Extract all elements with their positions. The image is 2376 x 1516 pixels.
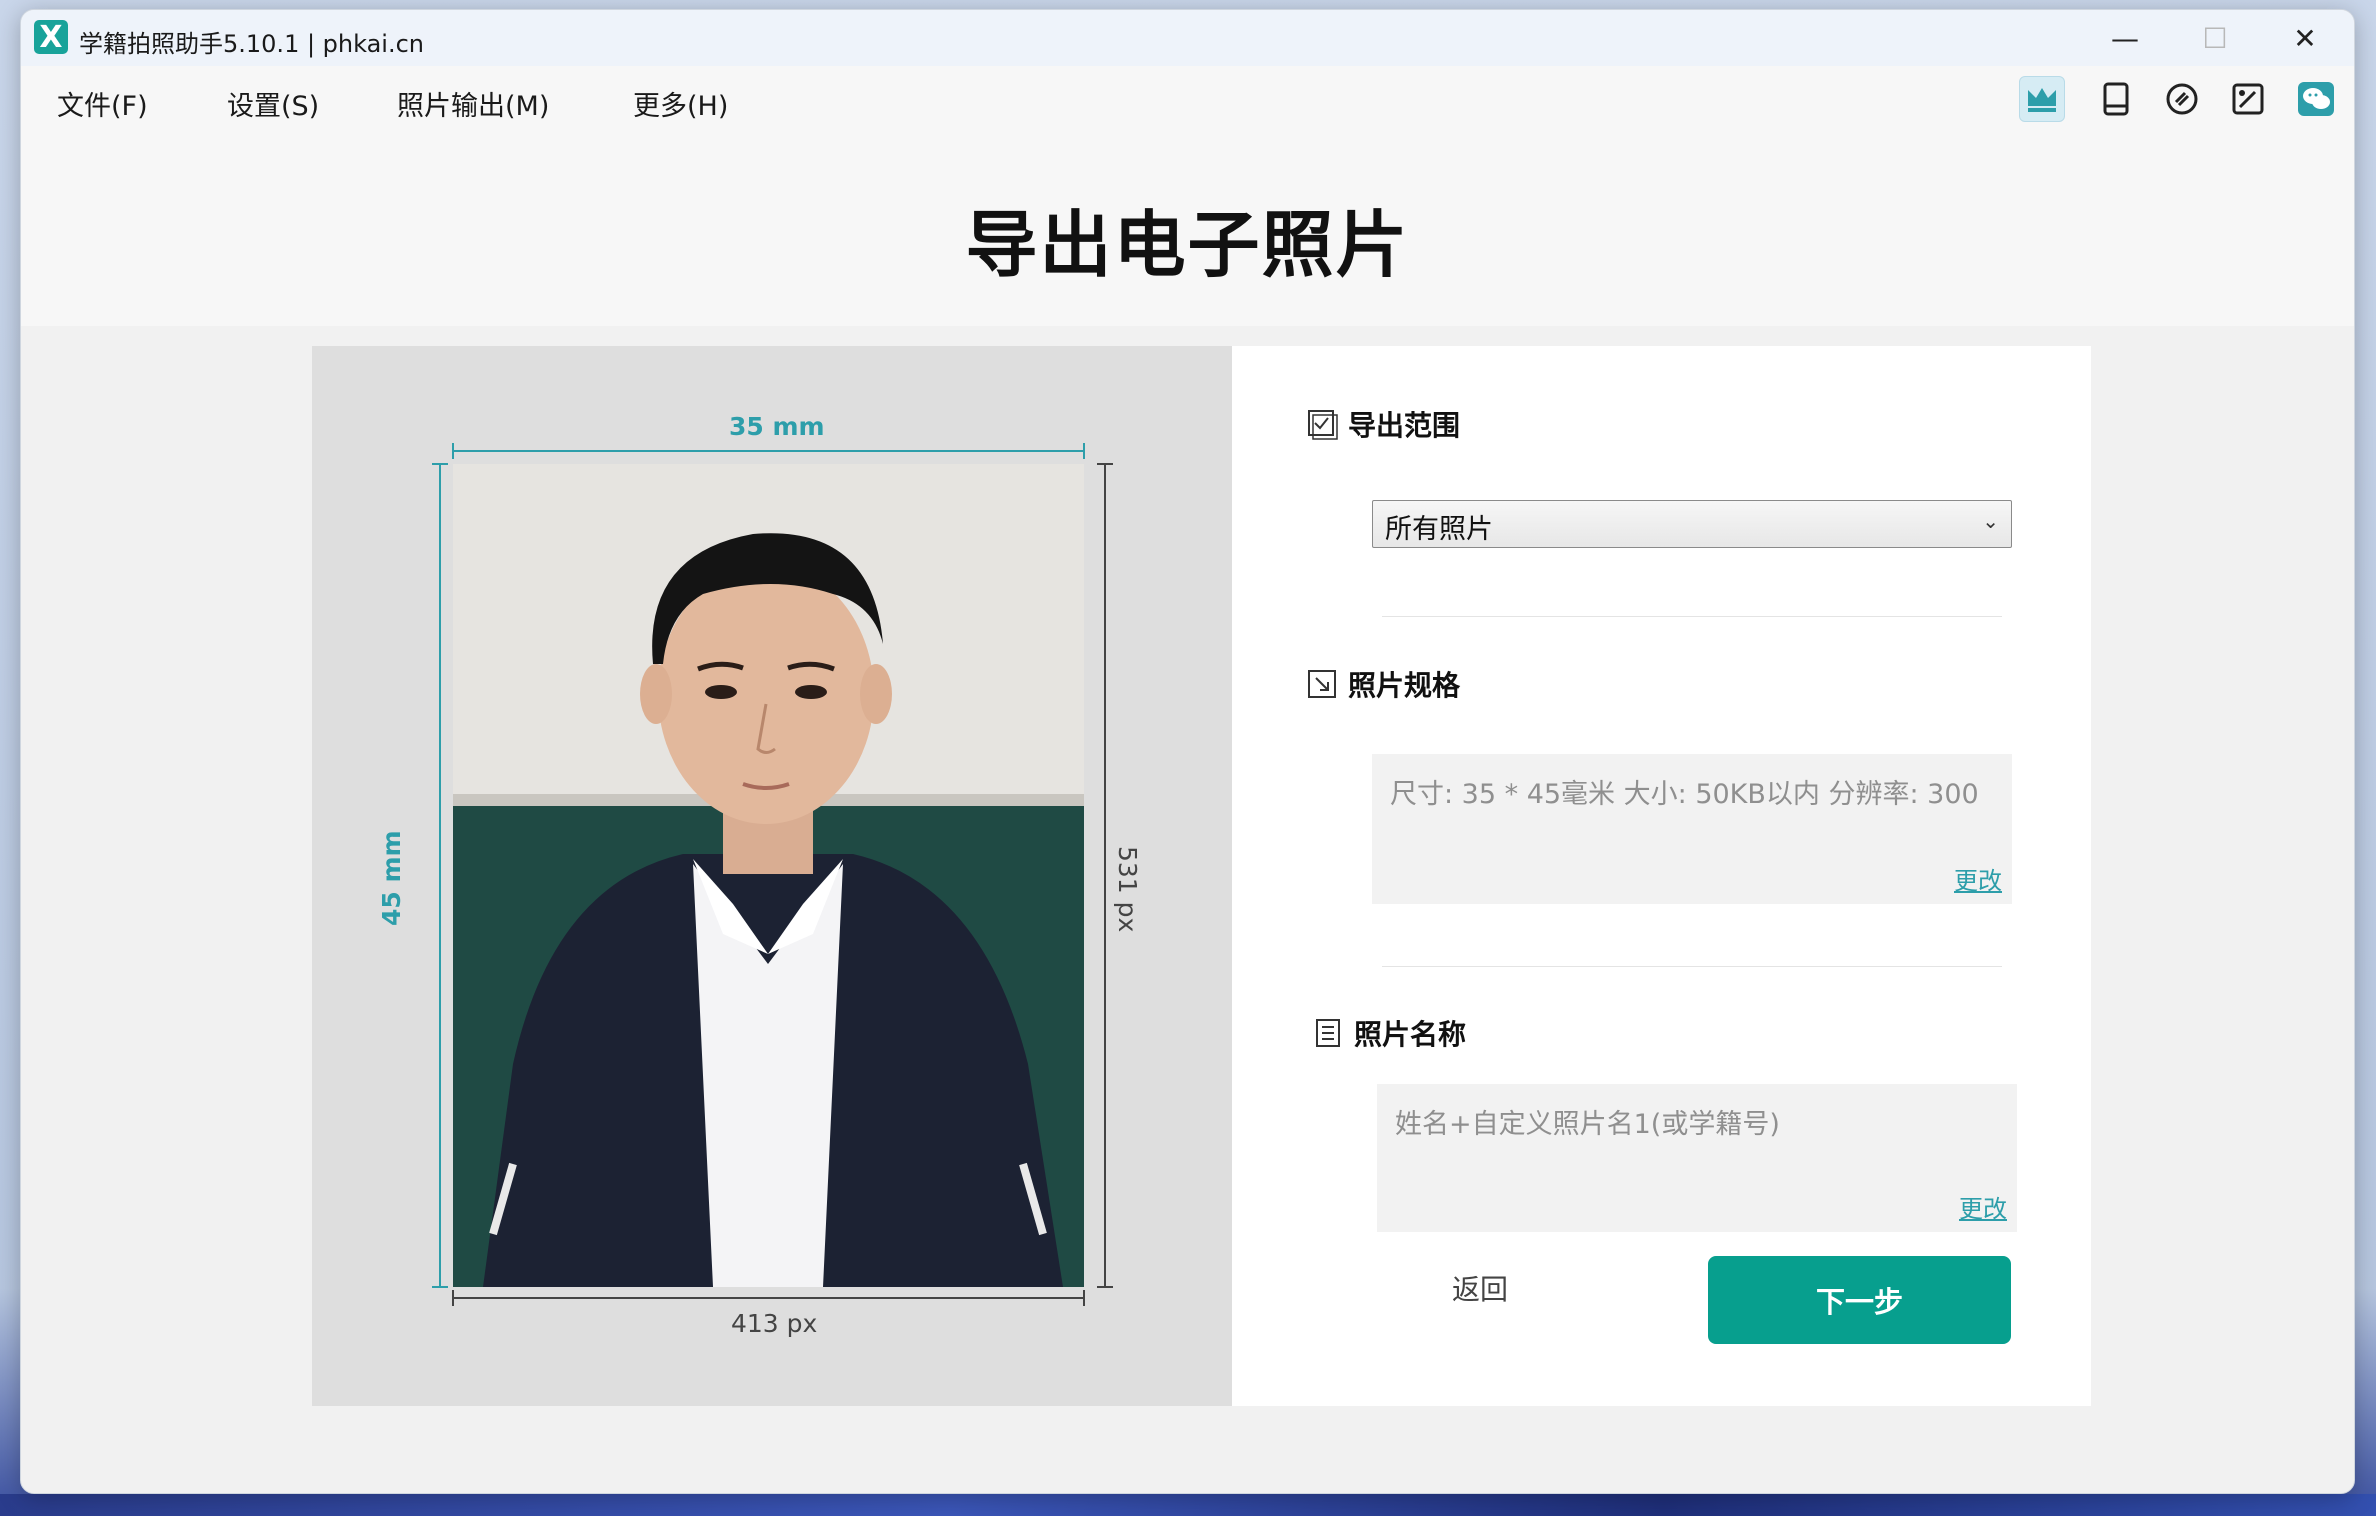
header-area: 导出电子照片 bbox=[21, 126, 2354, 326]
page-title: 导出电子照片 bbox=[965, 203, 1410, 287]
wechat-icon[interactable] bbox=[2293, 76, 2339, 122]
photo-preview-panel: 35 mm 45 mm 531 px 413 px bbox=[312, 346, 1232, 1406]
link-icon[interactable] bbox=[2159, 76, 2205, 122]
maximize-button[interactable]: ☐ bbox=[2179, 16, 2251, 60]
divider bbox=[1382, 616, 2002, 617]
photo-spec-label: 照片规格 bbox=[1348, 669, 1461, 702]
photo-name-label: 照片名称 bbox=[1354, 1018, 1467, 1051]
next-step-button[interactable]: 下一步 bbox=[1708, 1256, 2011, 1344]
photo-name-box: 姓名+自定义照片名1(或学籍号) 更改 bbox=[1377, 1084, 2017, 1232]
photo-name-text: 姓名+自定义照片名1(或学籍号) bbox=[1395, 1109, 1780, 1140]
crown-icon[interactable] bbox=[2019, 76, 2065, 122]
width-px-label: 413 px bbox=[731, 1309, 818, 1338]
app-logo-icon: X bbox=[34, 20, 68, 55]
app-window: X 学籍拍照助手5.10.1 | phkai.cn — ☐ ✕ 文件(F) 设置… bbox=[20, 9, 2355, 1494]
image-edit-icon[interactable] bbox=[2225, 76, 2271, 122]
minimize-button[interactable]: — bbox=[2089, 16, 2161, 60]
back-button[interactable]: 返回 bbox=[1452, 1268, 1508, 1308]
tablet-icon[interactable] bbox=[2093, 76, 2139, 122]
menu-settings[interactable]: 设置(S) bbox=[227, 84, 319, 123]
height-px-label: 531 px bbox=[1113, 846, 1142, 933]
list-icon bbox=[1316, 1019, 1340, 1047]
desktop-background bbox=[0, 1494, 2376, 1516]
photo-spec-heading: 照片规格 bbox=[1306, 664, 1460, 704]
chevron-down-icon: ⌄ bbox=[1982, 509, 1999, 533]
menu-file[interactable]: 文件(F) bbox=[57, 84, 148, 123]
width-mm-label: 35 mm bbox=[729, 412, 825, 441]
checkbox-icon bbox=[1308, 410, 1338, 440]
photo-spec-box: 尺寸: 35 * 45毫米 大小: 50KB以内 分辨率: 300 更改 bbox=[1372, 754, 2012, 904]
close-button[interactable]: ✕ bbox=[2269, 16, 2341, 60]
id-photo bbox=[453, 464, 1084, 1287]
menu-more[interactable]: 更多(H) bbox=[633, 84, 728, 123]
change-spec-link[interactable]: 更改 bbox=[1954, 861, 2002, 896]
change-name-link[interactable]: 更改 bbox=[1959, 1189, 2007, 1224]
resize-icon bbox=[1308, 670, 1336, 698]
export-range-value: 所有照片 bbox=[1385, 514, 1493, 545]
export-settings-panel: 导出范围 所有照片 ⌄ 照片规格 尺寸: 35 * 45毫米 大小: 50KB以… bbox=[1232, 346, 2091, 1406]
photo-spec-text: 尺寸: 35 * 45毫米 大小: 50KB以内 分辨率: 300 bbox=[1390, 779, 1979, 810]
divider bbox=[1382, 966, 2002, 967]
height-mm-label: 45 mm bbox=[377, 830, 406, 926]
menu-bar: 文件(F) 设置(S) 照片输出(M) 更多(H) bbox=[21, 66, 2354, 126]
menu-photo-output[interactable]: 照片输出(M) bbox=[397, 84, 549, 123]
export-range-select[interactable]: 所有照片 ⌄ bbox=[1372, 500, 2012, 548]
photo-name-heading: 照片名称 bbox=[1312, 1013, 1466, 1053]
title-bar: X 学籍拍照助手5.10.1 | phkai.cn — ☐ ✕ bbox=[21, 10, 2354, 66]
window-title: 学籍拍照助手5.10.1 | phkai.cn bbox=[79, 30, 425, 58]
export-range-label: 导出范围 bbox=[1348, 409, 1461, 442]
export-range-heading: 导出范围 bbox=[1306, 404, 1460, 444]
